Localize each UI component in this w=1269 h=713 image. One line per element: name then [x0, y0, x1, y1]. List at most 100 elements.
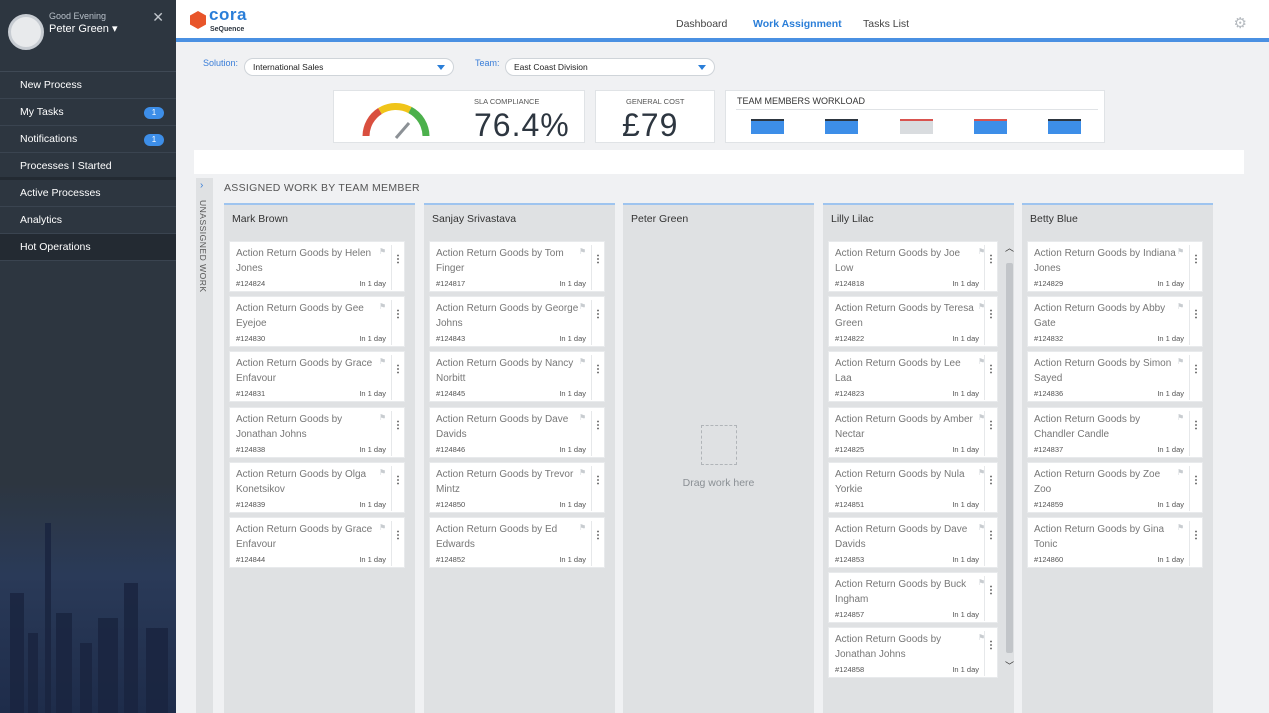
task-title[interactable]: Action Return Goods by Olga Konetsikov: [236, 467, 381, 497]
more-menu-icon[interactable]: ⋮: [984, 410, 997, 456]
task-title[interactable]: Action Return Goods by Helen Jones: [236, 246, 381, 276]
flag-icon[interactable]: ⚑: [1177, 523, 1184, 532]
task-card[interactable]: Action Return Goods by Lee Laa ⚑ ⋮ #124823 I…: [828, 351, 998, 403]
more-menu-icon[interactable]: ⋮: [591, 465, 604, 511]
task-card[interactable]: Action Return Goods by Zoe Zoo ⚑ ⋮ #124859 I…: [1027, 461, 1203, 513]
more-menu-icon[interactable]: ⋮: [984, 465, 997, 511]
task-title[interactable]: Action Return Goods by Abby Gate: [1034, 301, 1179, 331]
board-column[interactable]: Betty Blue Action Return Goods by Indiana…: [1022, 203, 1213, 713]
more-menu-icon[interactable]: ⋮: [391, 465, 404, 511]
more-menu-icon[interactable]: ⋮: [391, 355, 404, 401]
more-menu-icon[interactable]: ⋮: [391, 245, 404, 290]
flag-icon[interactable]: ⚑: [579, 357, 586, 366]
nav-tasks-list[interactable]: Tasks List: [863, 18, 909, 30]
task-card[interactable]: Action Return Goods by Tom Finger ⚑ ⋮ #1248…: [429, 241, 605, 292]
task-card[interactable]: Action Return Goods by Helen Jones ⚑ ⋮ #124…: [229, 241, 405, 292]
task-title[interactable]: Action Return Goods by Chandler Candle: [1034, 412, 1179, 442]
more-menu-icon[interactable]: ⋮: [391, 300, 404, 346]
flag-icon[interactable]: ⚑: [579, 468, 586, 477]
task-title[interactable]: Action Return Goods by Gina Tonic: [1034, 522, 1179, 552]
task-card[interactable]: Action Return Goods by Ed Edwards ⚑ ⋮ #1248…: [429, 517, 605, 568]
task-card[interactable]: Action Return Goods by Gina Tonic ⚑ ⋮ #1248…: [1027, 517, 1203, 568]
flag-icon[interactable]: ⚑: [579, 247, 586, 256]
sidebar-item-hot-operations[interactable]: Hot Operations: [0, 234, 176, 261]
task-title[interactable]: Action Return Goods by Trevor Mintz: [436, 467, 581, 497]
flag-icon[interactable]: ⚑: [1177, 247, 1184, 256]
flag-icon[interactable]: ⚑: [579, 302, 586, 311]
more-menu-icon[interactable]: ⋮: [984, 521, 997, 566]
more-menu-icon[interactable]: ⋮: [1189, 300, 1202, 346]
task-title[interactable]: Action Return Goods by Amber Nectar: [835, 412, 980, 442]
task-title[interactable]: Action Return Goods by Indiana Jones: [1034, 246, 1179, 276]
sidebar-item-new-process[interactable]: New Process: [0, 72, 176, 99]
flag-icon[interactable]: ⚑: [379, 302, 386, 311]
more-menu-icon[interactable]: ⋮: [984, 245, 997, 290]
more-menu-icon[interactable]: ⋮: [591, 521, 604, 566]
more-menu-icon[interactable]: ⋮: [591, 300, 604, 346]
task-card[interactable]: Action Return Goods by Jonathan Johns ⚑ ⋮ #…: [229, 406, 405, 458]
task-title[interactable]: Action Return Goods by Nula Yorkie: [835, 467, 980, 497]
scroll-down-icon[interactable]: ﹀: [1005, 659, 1014, 672]
more-menu-icon[interactable]: ⋮: [391, 410, 404, 456]
flag-icon[interactable]: ⚑: [379, 413, 386, 422]
task-card[interactable]: Action Return Goods by Olga Konetsikov ⚑ ⋮…: [229, 461, 405, 513]
flag-icon[interactable]: ⚑: [379, 468, 386, 477]
more-menu-icon[interactable]: ⋮: [1189, 465, 1202, 511]
flag-icon[interactable]: ⚑: [579, 523, 586, 532]
task-card[interactable]: Action Return Goods by Nancy Norbitt ⚑ ⋮ #1…: [429, 351, 605, 403]
unassigned-panel[interactable]: › UNASSIGNED WORK: [196, 178, 213, 713]
team-select[interactable]: East Coast Division: [505, 58, 715, 76]
close-icon[interactable]: ✕: [152, 9, 164, 26]
task-card[interactable]: Action Return Goods by Grace Enfavour ⚑ ⋮ #…: [229, 351, 405, 403]
scroll-up-icon[interactable]: ︿: [1005, 241, 1014, 254]
task-title[interactable]: Action Return Goods by Jonathan Johns: [835, 632, 980, 662]
nav-work-assignment[interactable]: Work Assignment: [753, 18, 842, 30]
sidebar-item-notifications[interactable]: Notifications 1: [0, 126, 176, 153]
board-column[interactable]: Mark Brown Action Return Goods by Helen J…: [224, 203, 415, 713]
task-title[interactable]: Action Return Goods by Dave Davids: [835, 522, 980, 552]
more-menu-icon[interactable]: ⋮: [1189, 521, 1202, 566]
more-menu-icon[interactable]: ⋮: [1189, 245, 1202, 290]
gear-icon[interactable]: ⚙: [1234, 14, 1247, 32]
more-menu-icon[interactable]: ⋮: [984, 300, 997, 346]
more-menu-icon[interactable]: ⋮: [984, 631, 997, 677]
task-card[interactable]: Action Return Goods by Simon Sayed ⚑ ⋮ #124…: [1027, 351, 1203, 403]
task-title[interactable]: Action Return Goods by Jonathan Johns: [236, 412, 381, 442]
more-menu-icon[interactable]: ⋮: [984, 576, 997, 622]
task-card[interactable]: Action Return Goods by Teresa Green ⚑ ⋮ #12…: [828, 296, 998, 348]
task-card[interactable]: Action Return Goods by Indiana Jones ⚑ ⋮ #1…: [1027, 241, 1203, 292]
task-title[interactable]: Action Return Goods by Nancy Norbitt: [436, 356, 581, 386]
task-card[interactable]: Action Return Goods by Nula Yorkie ⚑ ⋮ #124…: [828, 461, 998, 513]
task-title[interactable]: Action Return Goods by Ed Edwards: [436, 522, 581, 552]
flag-icon[interactable]: ⚑: [579, 413, 586, 422]
task-card[interactable]: Action Return Goods by Trevor Mintz ⚑ ⋮ #12…: [429, 461, 605, 513]
board-column[interactable]: Lilly Lilac Action Return Goods by Joe Lo…: [823, 203, 1014, 713]
more-menu-icon[interactable]: ⋮: [591, 355, 604, 401]
task-title[interactable]: Action Return Goods by Teresa Green: [835, 301, 980, 331]
task-title[interactable]: Action Return Goods by Grace Enfavour: [236, 522, 381, 552]
logo[interactable]: cora: [209, 5, 247, 25]
nav-dashboard[interactable]: Dashboard: [676, 18, 727, 30]
solution-select[interactable]: International Sales: [244, 58, 454, 76]
task-card[interactable]: Action Return Goods by Gee Eyejoe ⚑ ⋮ #1248…: [229, 296, 405, 348]
task-card[interactable]: Action Return Goods by Dave Davids ⚑ ⋮ #124…: [828, 517, 998, 568]
more-menu-icon[interactable]: ⋮: [1189, 410, 1202, 456]
task-title[interactable]: Action Return Goods by Tom Finger: [436, 246, 581, 276]
task-card[interactable]: Action Return Goods by Jonathan Johns ⚑ ⋮ #…: [828, 627, 998, 679]
board-column[interactable]: Sanjay Srivastava Action Return Goods by …: [424, 203, 615, 713]
task-card[interactable]: Action Return Goods by Grace Enfavour ⚑ ⋮ #…: [229, 517, 405, 568]
task-title[interactable]: Action Return Goods by Simon Sayed: [1034, 356, 1179, 386]
user-menu[interactable]: Peter Green ▾: [49, 22, 118, 35]
flag-icon[interactable]: ⚑: [379, 523, 386, 532]
task-card[interactable]: Action Return Goods by Dave Davids ⚑ ⋮ #124…: [429, 406, 605, 458]
sidebar-item-processes-started[interactable]: Processes I Started: [0, 153, 176, 180]
board-column[interactable]: Peter Green Drag work here: [623, 203, 814, 713]
task-card[interactable]: Action Return Goods by Joe Low ⚑ ⋮ #124818 I…: [828, 241, 998, 292]
task-card[interactable]: Action Return Goods by George Johns ⚑ ⋮ #12…: [429, 296, 605, 348]
task-title[interactable]: Action Return Goods by Grace Enfavour: [236, 356, 381, 386]
more-menu-icon[interactable]: ⋮: [591, 410, 604, 456]
drop-zone[interactable]: Drag work here: [623, 425, 814, 489]
task-card[interactable]: Action Return Goods by Amber Nectar ⚑ ⋮ #12…: [828, 406, 998, 458]
task-title[interactable]: Action Return Goods by Dave Davids: [436, 412, 581, 442]
sidebar-item-my-tasks[interactable]: My Tasks 1: [0, 99, 176, 126]
